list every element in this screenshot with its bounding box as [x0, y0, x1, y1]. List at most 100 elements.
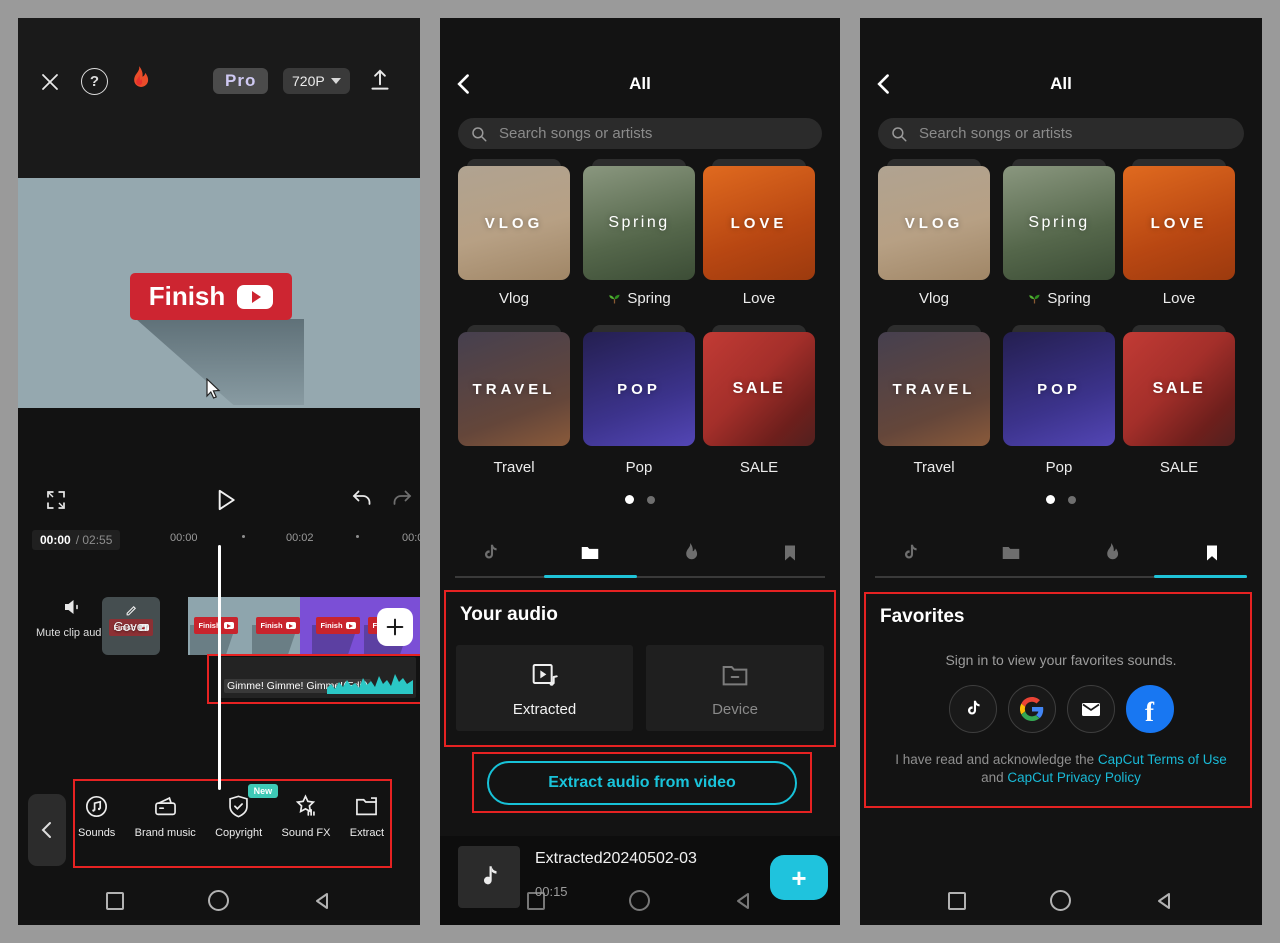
nav-square-button[interactable]	[948, 892, 966, 910]
wallet-music-icon	[152, 793, 179, 820]
tab-favorites[interactable]	[740, 530, 840, 576]
nav-home-button[interactable]	[208, 890, 229, 911]
pro-badge[interactable]: Pro	[213, 68, 268, 94]
device-label: Device	[712, 701, 758, 718]
tab-trending[interactable]	[1061, 530, 1162, 576]
help-icon[interactable]: ?	[81, 68, 108, 95]
ruler-tick: 00:00	[170, 532, 198, 544]
page-title: All	[440, 74, 840, 94]
play-button[interactable]	[211, 486, 237, 514]
category-card-travel[interactable]: TRAVEL	[878, 332, 990, 446]
category-card-spring[interactable]: Spring	[1003, 166, 1115, 280]
dot-inactive	[647, 496, 655, 504]
dot-active	[625, 495, 634, 504]
search-input[interactable]	[917, 124, 1232, 143]
tab-library[interactable]	[961, 530, 1062, 576]
category-label: Love	[703, 290, 815, 307]
toolbar-sound-fx[interactable]: Sound FX	[282, 793, 331, 839]
fullscreen-icon[interactable]	[44, 488, 68, 512]
folder-icon	[353, 793, 380, 820]
tab-tiktok-music[interactable]	[860, 530, 961, 576]
tab-trending[interactable]	[640, 530, 740, 576]
tiktok-note-icon	[479, 541, 501, 565]
pagination-dots[interactable]	[860, 495, 1262, 504]
category-label: Spring	[583, 290, 695, 307]
flame-icon[interactable]	[126, 65, 152, 95]
editor-topbar	[18, 18, 420, 178]
your-audio-heading: Your audio	[460, 604, 558, 626]
category-card-vlog[interactable]: VLOG	[458, 166, 570, 280]
signin-tiktok-button[interactable]	[949, 685, 997, 733]
close-icon[interactable]	[38, 70, 62, 94]
android-navbar	[18, 890, 420, 911]
category-card-spring[interactable]: Spring	[583, 166, 695, 280]
cover-thumbnail[interactable]: Finish Cover	[102, 597, 160, 655]
editor-screen: ? Pro 720P Finish	[18, 18, 420, 925]
extracted-folder-card[interactable]: Extracted	[456, 645, 633, 731]
active-tab-underline	[544, 575, 637, 578]
chevron-left-icon	[39, 820, 55, 840]
category-card-travel[interactable]: TRAVEL	[458, 332, 570, 446]
flame-icon	[680, 541, 700, 565]
seedling-icon	[1027, 291, 1042, 306]
folder-icon	[999, 542, 1023, 564]
signin-prompt: Sign in to view your favorites sounds.	[860, 652, 1262, 668]
category-card-pop[interactable]: POP	[1003, 332, 1115, 446]
resolution-value: 720P	[292, 73, 325, 89]
tab-tiktok-music[interactable]	[440, 530, 540, 576]
toolbar-back-button[interactable]	[28, 794, 66, 866]
redo-icon[interactable]	[390, 487, 414, 511]
favorites-heading: Favorites	[880, 606, 964, 628]
search-icon	[470, 125, 488, 143]
ruler-tick: 00:0	[402, 532, 420, 544]
nav-home-button[interactable]	[1050, 890, 1071, 911]
nav-back-button[interactable]	[313, 891, 333, 911]
category-card-vlog[interactable]: VLOG	[878, 166, 990, 280]
toolbar-sounds[interactable]: Sounds	[78, 793, 115, 839]
device-folder-card[interactable]: Device	[646, 645, 824, 731]
nav-back-button[interactable]	[1155, 891, 1175, 911]
category-card-sale[interactable]: SALE	[1123, 332, 1235, 446]
page-title: All	[860, 74, 1262, 94]
tab-favorites[interactable]	[1162, 530, 1263, 576]
search-bar[interactable]	[878, 118, 1244, 149]
search-input[interactable]	[497, 124, 810, 143]
signin-google-button[interactable]	[1008, 685, 1056, 733]
category-card-pop[interactable]: POP	[583, 332, 695, 446]
export-icon[interactable]	[367, 66, 393, 94]
plus-icon	[384, 616, 406, 638]
category-card-sale[interactable]: SALE	[703, 332, 815, 446]
privacy-policy-link[interactable]: CapCut Privacy Policy	[1007, 770, 1141, 785]
extract-audio-button[interactable]: Extract audio from video	[487, 761, 797, 805]
toolbar-extract[interactable]: Extract	[350, 793, 384, 839]
audio-list-item[interactable]: Extracted20240502-03 00:15 +	[440, 836, 840, 925]
category-label: Travel	[458, 459, 570, 476]
category-card-love[interactable]: LOVE	[1123, 166, 1235, 280]
category-card-love[interactable]: LOVE	[703, 166, 815, 280]
mute-label: Mute clip audio	[36, 627, 110, 639]
pagination-dots[interactable]	[440, 495, 840, 504]
ruler-tick: 00:02	[286, 532, 314, 544]
tab-library[interactable]	[540, 530, 640, 576]
nav-back-button[interactable]	[734, 891, 754, 911]
signin-facebook-button[interactable]: f	[1126, 685, 1174, 733]
add-clip-button[interactable]	[377, 608, 413, 646]
search-bar[interactable]	[458, 118, 822, 149]
facebook-icon: f	[1145, 697, 1154, 728]
resolution-dropdown[interactable]: 720P	[283, 68, 350, 94]
nav-square-button[interactable]	[106, 892, 124, 910]
playhead[interactable]	[218, 545, 221, 790]
nav-square-button[interactable]	[527, 892, 545, 910]
undo-icon[interactable]	[350, 487, 374, 511]
email-icon	[1079, 697, 1103, 721]
total-time: / 02:55	[76, 533, 113, 547]
signin-email-button[interactable]	[1067, 685, 1115, 733]
toolbar-copyright[interactable]: New Copyright	[215, 793, 262, 839]
nav-home-button[interactable]	[629, 890, 650, 911]
audio-clip[interactable]: Gimme! Gimme! Gimme!(Edit)	[218, 657, 416, 698]
waveform-icon	[327, 670, 413, 694]
seedling-icon	[607, 291, 622, 306]
toolbar-brand-music[interactable]: Brand music	[135, 793, 196, 839]
video-preview[interactable]: Finish	[18, 178, 420, 408]
terms-of-use-link[interactable]: CapCut Terms of Use	[1098, 752, 1227, 767]
